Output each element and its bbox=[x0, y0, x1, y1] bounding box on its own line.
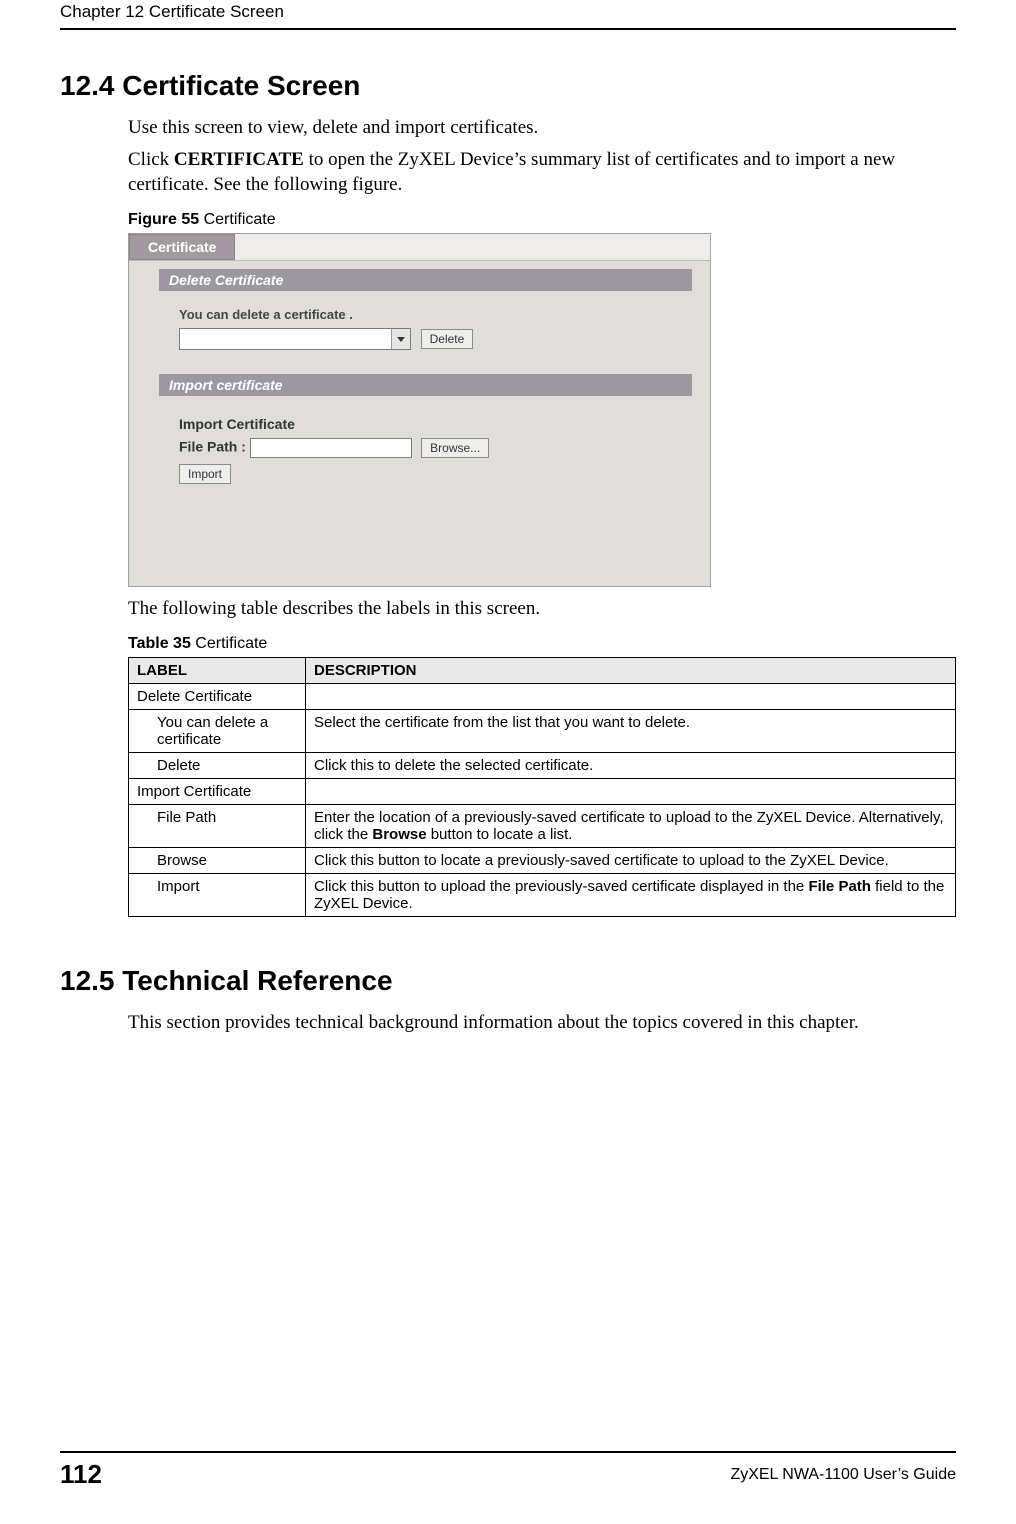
certificate-screenshot: Certificate Delete Certificate You can d… bbox=[128, 233, 711, 587]
footer-guide: ZyXEL NWA-1100 User’s Guide bbox=[730, 1466, 956, 1484]
table-row: Delete Certificate bbox=[129, 684, 956, 710]
certificate-table: LABEL DESCRIPTION Delete Certificate You… bbox=[128, 657, 956, 917]
table-caption: Table 35 Certificate bbox=[128, 635, 956, 653]
paragraph: Click CERTIFICATE to open the ZyXEL Devi… bbox=[128, 148, 956, 197]
text: Click bbox=[128, 149, 174, 170]
browse-button[interactable]: Browse... bbox=[421, 438, 489, 458]
cell-desc: Click this button to upload the previous… bbox=[306, 874, 956, 917]
cell-desc bbox=[306, 684, 956, 710]
cell-label: Import bbox=[129, 874, 306, 917]
cell-desc: Enter the location of a previously-saved… bbox=[306, 805, 956, 848]
table-row: Delete Click this to delete the selected… bbox=[129, 753, 956, 779]
table-row: Import Click this button to upload the p… bbox=[129, 874, 956, 917]
paragraph: The following table describes the labels… bbox=[128, 597, 956, 621]
import-body: Import Certificate File Path : Browse...… bbox=[179, 416, 680, 484]
page-footer: 112 ZyXEL NWA-1100 User’s Guide bbox=[60, 1451, 956, 1490]
figure-number: Figure 55 bbox=[128, 211, 199, 228]
delete-button[interactable]: Delete bbox=[421, 329, 474, 349]
cell-label: Import Certificate bbox=[129, 779, 306, 805]
section-heading-12-4: 12.4 Certificate Screen bbox=[60, 70, 956, 102]
tab-certificate[interactable]: Certificate bbox=[129, 234, 235, 260]
cell-label: Delete Certificate bbox=[129, 684, 306, 710]
table-row: You can delete a certificate Select the … bbox=[129, 710, 956, 753]
section-bar-import: Import certificate bbox=[159, 374, 692, 396]
cell-desc: Click this button to locate a previously… bbox=[306, 848, 956, 874]
delete-instruction: You can delete a certificate . bbox=[179, 307, 680, 322]
cell-desc: Select the certificate from the list tha… bbox=[306, 710, 956, 753]
certificate-select[interactable] bbox=[179, 328, 411, 350]
cell-desc: Click this to delete the selected certif… bbox=[306, 753, 956, 779]
figure-title: Certificate bbox=[199, 211, 275, 228]
import-button[interactable]: Import bbox=[179, 464, 231, 484]
delete-body: You can delete a certificate . Delete bbox=[179, 307, 680, 350]
th-label: LABEL bbox=[129, 658, 306, 684]
cell-desc bbox=[306, 779, 956, 805]
filepath-label: File Path : bbox=[179, 438, 246, 454]
figure-caption: Figure 55 Certificate bbox=[128, 211, 956, 229]
table-title: Certificate bbox=[191, 635, 267, 652]
cell-label: Browse bbox=[129, 848, 306, 874]
page-number: 112 bbox=[60, 1459, 102, 1490]
cell-label: You can delete a certificate bbox=[129, 710, 306, 753]
table-row: File Path Enter the location of a previo… bbox=[129, 805, 956, 848]
table-row: Browse Click this button to locate a pre… bbox=[129, 848, 956, 874]
paragraph: Use this screen to view, delete and impo… bbox=[128, 116, 956, 140]
table-header-row: LABEL DESCRIPTION bbox=[129, 658, 956, 684]
running-header: Chapter 12 Certificate Screen bbox=[60, 0, 956, 30]
section-heading-12-5: 12.5 Technical Reference bbox=[60, 965, 956, 997]
cell-label: Delete bbox=[129, 753, 306, 779]
th-description: DESCRIPTION bbox=[306, 658, 956, 684]
paragraph: This section provides technical backgrou… bbox=[128, 1011, 956, 1035]
chapter-title: Chapter 12 Certificate Screen bbox=[60, 2, 284, 22]
filepath-input[interactable] bbox=[250, 438, 412, 458]
table-number: Table 35 bbox=[128, 635, 191, 652]
table-row: Import Certificate bbox=[129, 779, 956, 805]
text-bold: CERTIFICATE bbox=[174, 149, 304, 170]
import-header-label: Import Certificate bbox=[179, 416, 680, 432]
section-bar-delete: Delete Certificate bbox=[159, 269, 692, 291]
cell-label: File Path bbox=[129, 805, 306, 848]
